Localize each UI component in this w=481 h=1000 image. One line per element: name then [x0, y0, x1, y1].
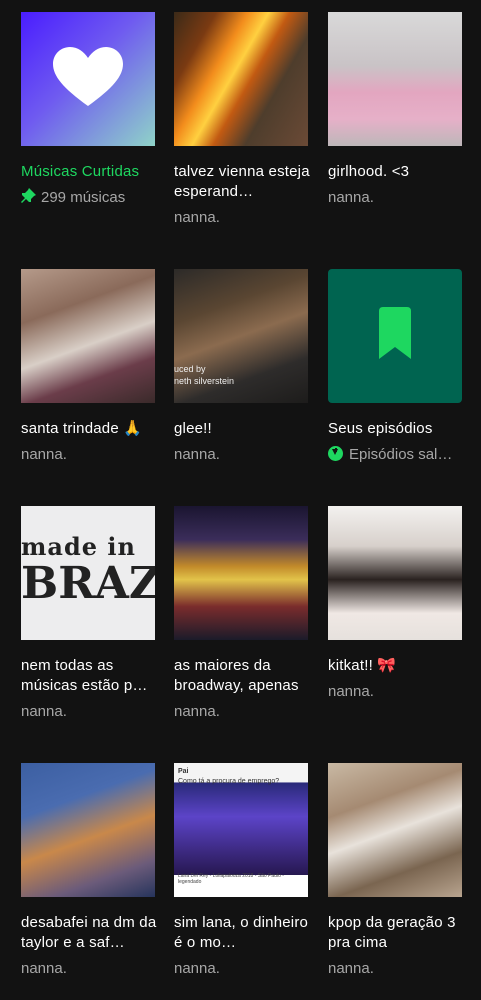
- playlist-title: kpop da geração 3 pra cima: [328, 914, 456, 951]
- heart-icon: [53, 47, 123, 106]
- cover-caption: Lana Del Rey - Lollapalooza 2018 - São P…: [178, 873, 284, 885]
- playlist-cover: [21, 763, 155, 897]
- cover-text-sub: Como tá a procura de emprego?: [178, 778, 280, 785]
- pin-icon: [21, 188, 37, 210]
- playlist-owner: nanna.: [174, 209, 220, 226]
- cover-text-title: Pai: [178, 768, 189, 775]
- playlist-subtitle: 299 músicas: [21, 188, 161, 210]
- playlist-owner: nanna.: [174, 703, 220, 720]
- bookmark-icon: [379, 307, 411, 359]
- playlist-owner: nanna.: [21, 703, 67, 720]
- playlist-title: talvez vienna esteja esperand…: [174, 163, 310, 200]
- playlist-title: sim lana, o dinheiro é o mo…: [174, 914, 309, 951]
- playlist-subtitle-text: 299 músicas: [41, 189, 126, 206]
- playlist-cover: [328, 12, 462, 146]
- playlist-owner: nanna.: [21, 446, 67, 463]
- cover-text: made in BRAZIL: [21, 532, 155, 607]
- playlist-title: Seus episódios: [328, 420, 433, 437]
- download-icon: [328, 446, 343, 461]
- cover-caption: uced by neth silverstein: [174, 364, 235, 386]
- playlist-title: kitkat!! 🎀: [328, 657, 397, 674]
- playlist-cover: [174, 506, 308, 640]
- playlist-owner: nanna.: [328, 189, 374, 206]
- cover-text: Pai Como tá a procura de emprego?: [178, 767, 279, 787]
- playlist-owner: nanna.: [21, 960, 67, 977]
- playlist-cover: [328, 506, 462, 640]
- playlist-cover: [21, 269, 155, 403]
- playlist-cover: made in BRAZIL: [21, 506, 155, 640]
- playlist-subtitle-text: Episódios sal…: [349, 446, 453, 463]
- cover-text-line-1: made in: [21, 532, 136, 561]
- playlist-title: Músicas Curtidas: [21, 163, 140, 180]
- playlist-subtitle: Episódios sal…: [328, 445, 468, 465]
- playlist-owner: nanna.: [174, 960, 220, 977]
- episodes-cover: [328, 269, 462, 403]
- playlist-title: desabafei na dm da taylor e a saf…: [21, 914, 157, 951]
- playlist-owner: nanna.: [328, 960, 374, 977]
- cover-text-line-2: BRAZIL: [21, 558, 155, 609]
- liked-songs-cover: [21, 12, 155, 146]
- playlist-title: nem todas as músicas estão p…: [21, 657, 148, 694]
- playlist-title: girlhood. <3: [328, 163, 410, 180]
- playlist-title: as maiores da broadway, apenas: [174, 657, 299, 694]
- playlist-cover: uced by neth silverstein: [174, 269, 308, 403]
- playlist-title: santa trindade 🙏: [21, 420, 143, 437]
- playlist-cover: Pai Como tá a procura de emprego? Lana D…: [174, 763, 308, 897]
- playlist-title: glee!!: [174, 420, 212, 437]
- playlist-cover: [174, 12, 308, 146]
- playlist-owner: nanna.: [174, 446, 220, 463]
- playlist-owner: nanna.: [328, 683, 374, 700]
- playlist-cover: [328, 763, 462, 897]
